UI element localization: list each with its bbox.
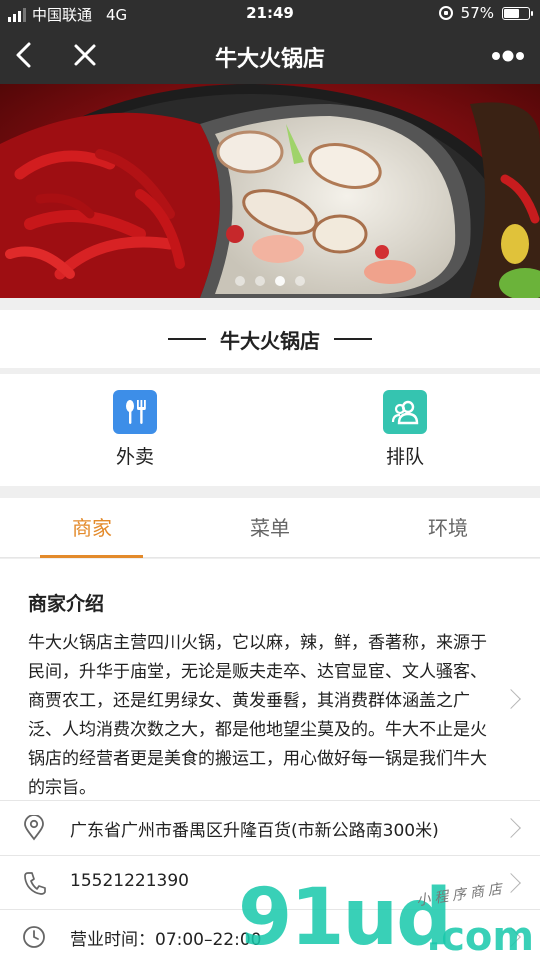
phone-icon [24, 872, 46, 895]
carousel-dot[interactable] [255, 276, 265, 286]
nav-bar: 牛大火锅店 [0, 28, 540, 84]
tab-environment[interactable]: 环境 [358, 512, 538, 541]
fork-spoon-icon [113, 390, 157, 434]
store-header: 牛大火锅店 [0, 310, 540, 368]
service-takeout[interactable]: 外卖 [85, 390, 185, 469]
business-hours: 营业时间：07:00–22:00 [70, 930, 262, 950]
hotpot-image [0, 84, 540, 298]
hours-row[interactable]: 营业时间：07:00–22:00 [0, 909, 540, 960]
banner-carousel[interactable] [0, 84, 540, 298]
active-tab-indicator [40, 555, 143, 558]
carousel-dot[interactable] [235, 276, 245, 286]
carousel-dot[interactable] [295, 276, 305, 286]
divider-left [168, 338, 206, 340]
tab-merchant[interactable]: 商家 [2, 512, 182, 541]
status-bar: 中国联通 4G 21:49 57% [0, 0, 540, 28]
people-icon [383, 390, 427, 434]
chevron-right-icon[interactable] [501, 689, 521, 709]
carousel-dot-active[interactable] [275, 276, 285, 286]
intro-text: 牛大火锅店主营四川火锅，它以麻，辣，鲜，香著称，来源于民间，升华于庙堂，无论是贩… [28, 633, 487, 798]
address-row[interactable]: 广东省广州市番禺区升隆百货(市新公路南300米) [0, 800, 540, 855]
service-queue[interactable]: 排队 [355, 390, 455, 469]
chevron-right-icon[interactable] [501, 873, 521, 893]
page-title: 牛大火锅店 [214, 47, 325, 72]
intro-heading: 商家介绍 [28, 593, 105, 615]
phone-number: 15521221390 [70, 871, 189, 891]
store-name: 牛大火锅店 [220, 328, 320, 353]
clock-icon [23, 926, 45, 948]
phone-row[interactable]: 15521221390 [0, 855, 540, 910]
chevron-right-icon[interactable] [501, 927, 521, 947]
carousel-indicator [0, 276, 540, 286]
merchant-panel: 商家介绍 牛大火锅店主营四川火锅，它以麻，辣，鲜，香著称，来源于民间，升华于庙堂… [0, 559, 540, 960]
address-text: 广东省广州市番禺区升隆百货(市新公路南300米) [70, 821, 439, 841]
tab-bar: 商家 菜单 环境 [0, 498, 540, 558]
service-shortcuts: 外卖 排队 [0, 374, 540, 486]
service-label: 排队 [385, 446, 424, 468]
chevron-right-icon[interactable] [501, 818, 521, 838]
rotation-lock-icon [438, 6, 453, 20]
battery-icon [502, 6, 533, 20]
divider-right [334, 338, 372, 340]
more-icon[interactable] [490, 42, 526, 70]
battery-percent: 57% [460, 4, 494, 22]
location-pin-icon [24, 815, 44, 841]
tab-menu[interactable]: 菜单 [180, 512, 360, 541]
service-label: 外卖 [115, 446, 154, 468]
